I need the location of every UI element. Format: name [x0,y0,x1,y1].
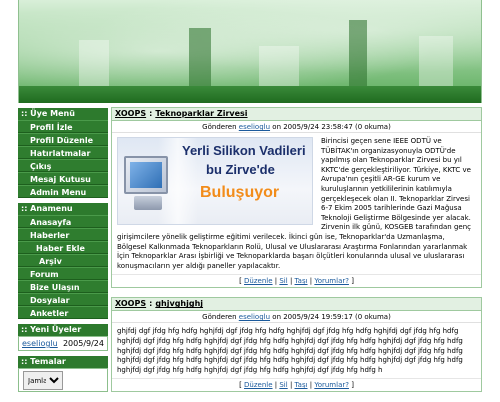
post-actions-sep: | [274,381,278,390]
post-actions-sep: | [289,381,293,390]
post-meta-date: on 2005/9/24 19:59:17 (0 okuma) [272,313,391,322]
header-building [189,28,211,86]
theme-select[interactable]: JamlaCS_5 default [23,371,63,390]
new-user-date: 2005/9/24 [62,339,104,348]
post-body: Yerli Silikon Vadileri bu Zirve'de Buluş… [112,133,481,274]
edit-link[interactable]: Düzenle [244,381,273,389]
post-actions-sep: | [309,381,313,390]
monitor-screen [130,162,162,188]
news-post: XOOPS: Teknoparklar Zirvesi Gönderen esel… [111,107,482,289]
banner-line2: bu Zirve'de [206,162,275,177]
sidebar-item-archive[interactable]: Arşiv [18,254,108,267]
post-title-bar: XOOPS: Teknoparklar Zirvesi [112,108,481,121]
move-link[interactable]: Taşı [295,277,308,285]
post-text: ghjfdj dgf jfdg hfg hdfg hghjfdj dgf jfd… [117,327,463,374]
sidebar-item-add-news[interactable]: Haber Ekle [18,241,108,254]
sidebar-item-news[interactable]: Haberler [18,228,108,241]
comments-link[interactable]: Yorumlar? [314,277,349,285]
header-banner [18,0,482,103]
post-actions-close: ] [351,277,354,286]
post-meta: Gönderen eselioglu on 2005/9/24 23:58:47… [112,121,481,133]
post-actions-open: [ [239,277,242,286]
computer-base-icon [134,196,162,210]
post-actions-sep: | [289,277,293,286]
sidebar-item-profile-view[interactable]: Profil İzle [18,120,108,133]
post-actions-open: [ [239,381,242,390]
new-users-title: :: Yeni Üyeler [18,324,108,336]
banner-line3: Buluşuyor [200,184,280,201]
post-title-separator: : [149,299,153,309]
delete-link[interactable]: Sil [279,277,287,285]
header-building [349,20,367,86]
move-link[interactable]: Taşı [295,381,308,389]
sidebar-item-reminders[interactable]: Hatırlatmalar [18,146,108,159]
sidebar-item-admin-menu[interactable]: Admin Menu [18,185,108,198]
header-stripe [19,86,481,103]
comments-link[interactable]: Yorumlar? [314,381,349,389]
member-menu-title: :: Üye Menü [18,108,108,120]
post-title-separator: : [149,109,153,118]
post-meta: Gönderen eselioglu on 2005/9/24 19:59:17… [112,311,481,324]
header-building [419,36,453,86]
post-meta-prefix: Gönderen [202,313,237,322]
post-category-link[interactable]: XOOPS [115,109,146,118]
sidebar-item-forum[interactable]: Forum [18,267,108,280]
post-actions-sep: | [309,277,313,286]
post-actions-close: ] [351,381,354,390]
main-menu-title: :: Anamenu [18,203,108,215]
delete-link[interactable]: Sil [279,381,287,389]
new-user-link[interactable]: eselioglu [22,339,58,348]
post-title-link[interactable]: Teknoparklar Zirvesi [155,109,247,118]
news-post: XOOPS: ghjvghjghj Gönderen eselioglu on 2… [111,297,482,393]
sidebar-item-profile-edit[interactable]: Profil Düzenle [18,133,108,146]
post-body: ghjfdj dgf jfdg hfg hdfg hghjfdj dgf jfd… [112,323,481,378]
post-category-link[interactable]: XOOPS [115,299,146,308]
sidebar-item-files[interactable]: Dosyalar [18,293,108,306]
post-title-link[interactable]: ghjvghjghj [155,299,203,308]
banner-line1: Yerli Silikon Vadileri [182,143,306,158]
computer-monitor-icon [124,156,168,194]
header-building [79,40,109,86]
post-title-bar: XOOPS: ghjvghjghj [112,298,481,312]
themes-title: :: Temalar [18,356,108,368]
main-content: XOOPS: Teknoparklar Zirvesi Gönderen esel… [111,107,482,393]
sidebar-item-inbox[interactable]: Mesaj Kutusu [18,172,108,185]
post-author-link[interactable]: eselioglu [239,313,270,321]
post-author-link[interactable]: eselioglu [239,123,270,131]
post-actions-sep: | [274,277,278,286]
sidebar-item-logout[interactable]: Çıkış [18,159,108,172]
post-actions: [ Düzenle | Sil | Taşı | Yorumlar? ] [112,274,481,287]
post-meta-date: on 2005/9/24 23:58:47 (0 okuma) [272,123,391,131]
sidebar-item-contact[interactable]: Bize Ulaşın [18,280,108,293]
header-building [259,46,299,86]
theme-box: JamlaCS_5 default [18,368,108,392]
post-meta-prefix: Gönderen [202,123,237,131]
new-user-row: eselioglu 2005/9/24 [18,336,108,351]
post-actions: [ Düzenle | Sil | Taşı | Yorumlar? ] [112,378,481,391]
edit-link[interactable]: Düzenle [244,277,273,285]
sidebar-item-home[interactable]: Anasayfa [18,215,108,228]
sidebar: :: Üye Menü Profil İzle Profil Düzenle H… [18,107,108,392]
sidebar-item-polls[interactable]: Anketler [18,306,108,319]
news-banner-image: Yerli Silikon Vadileri bu Zirve'de Buluş… [117,137,313,225]
